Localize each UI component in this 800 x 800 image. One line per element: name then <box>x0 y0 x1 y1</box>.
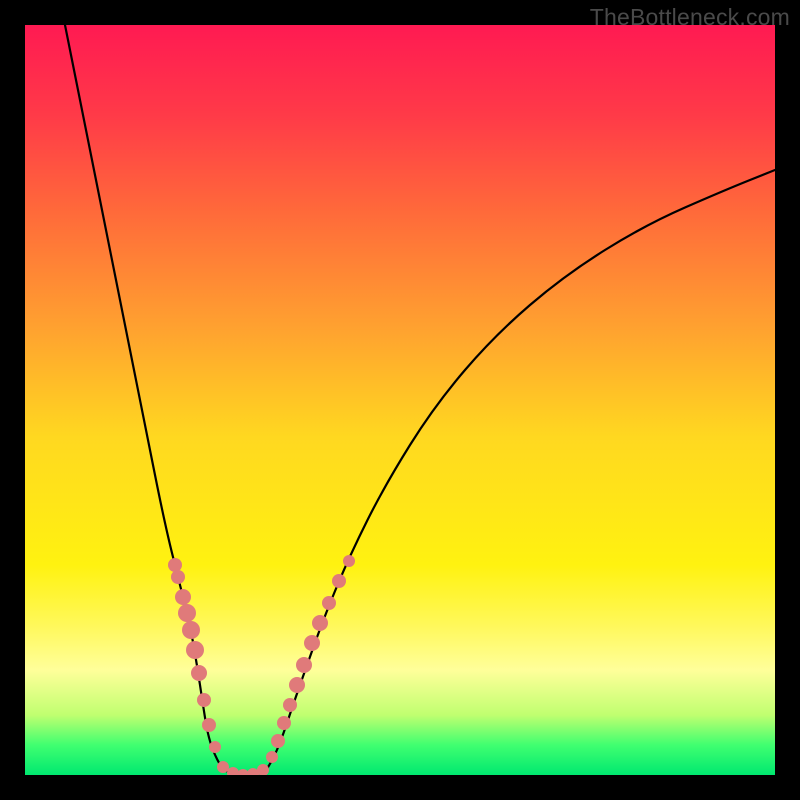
bead-point <box>296 657 312 673</box>
bead-point <box>202 718 216 732</box>
bead-point <box>277 716 291 730</box>
bead-point <box>304 635 320 651</box>
bead-point <box>283 698 297 712</box>
curve-right <box>267 170 775 769</box>
bead-point <box>322 596 336 610</box>
bead-point <box>186 641 204 659</box>
bead-point <box>175 589 191 605</box>
bead-point <box>289 677 305 693</box>
chart-frame <box>25 25 775 775</box>
bead-point <box>266 751 278 763</box>
bead-point <box>217 761 229 773</box>
bead-point <box>257 764 269 775</box>
bead-point <box>182 621 200 639</box>
bead-point <box>209 741 221 753</box>
bead-point <box>312 615 328 631</box>
bead-point <box>191 665 207 681</box>
bead-point <box>332 574 346 588</box>
chart-svg <box>25 25 775 775</box>
bead-point <box>178 604 196 622</box>
bead-point <box>197 693 211 707</box>
watermark-text: TheBottleneck.com <box>590 4 790 31</box>
bead-point <box>171 570 185 584</box>
bead-point <box>343 555 355 567</box>
bead-point <box>271 734 285 748</box>
bead-point <box>168 558 182 572</box>
